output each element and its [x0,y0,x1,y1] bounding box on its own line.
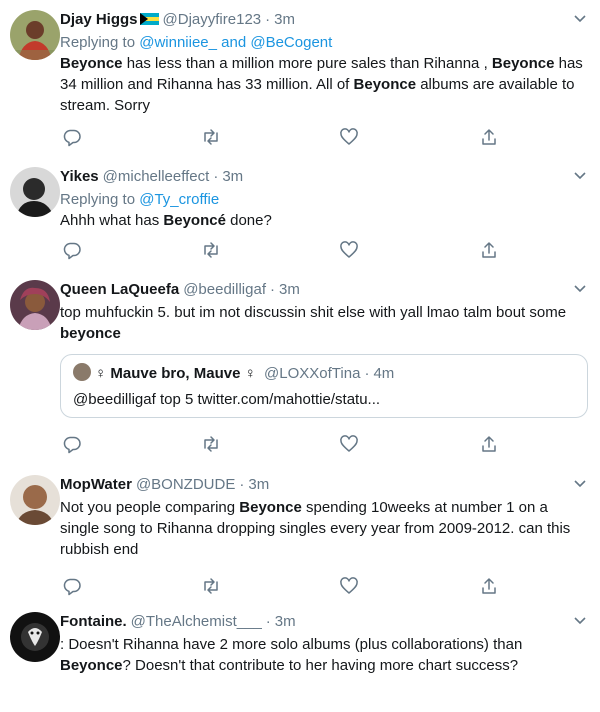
like-icon[interactable] [339,127,361,149]
reply-icon[interactable] [62,127,84,149]
avatar[interactable] [10,10,60,60]
tweet-actions [60,434,496,458]
text-segment: Not you people comparing [60,499,240,516]
tweet[interactable]: Queen LaQueefa @beedilligaf · 3m top muhfuc… [0,270,600,466]
chevron-down-icon[interactable] [572,280,588,296]
separator-dot: · [364,365,370,382]
replying-to: Replying to @winniiee_ and @BeCogent [60,32,588,53]
tweet-text: Ahhh what has Beyoncé done? [60,210,588,231]
username[interactable]: @TheAlchemist___ [131,613,262,630]
tweet[interactable]: Djay Higgs @Djayyfire123 · 3m Replying to @… [0,0,600,158]
share-icon[interactable] [479,576,501,598]
highlighted-keyword: Beyonce [239,499,302,516]
share-icon[interactable] [479,434,501,456]
separator-dot: · [265,11,271,28]
display-name[interactable]: Fontaine. [60,613,127,630]
timestamp[interactable]: 3m [248,476,269,493]
tweet-actions [60,576,496,600]
replying-to-link[interactable]: @Ty_croffie [139,191,219,208]
timestamp[interactable]: 3m [274,11,295,28]
tweet-text: Beyonce has less than a million more pur… [60,53,588,116]
reply-icon[interactable] [62,576,84,598]
highlighted-keyword: Beyonce [491,55,555,72]
separator-dot: · [213,168,219,185]
chevron-down-icon[interactable] [572,612,588,628]
timestamp[interactable]: 3m [275,613,296,630]
reply-icon[interactable] [62,240,84,262]
username[interactable]: @Djayyfire123 [163,11,262,28]
text-segment: top muhfuckin 5. but im not discussin sh… [60,304,567,321]
replying-to-link[interactable]: @winniiee_ and @BeCogent [139,34,332,51]
highlighted-keyword: Beyonce [60,657,123,674]
timestamp[interactable]: 3m [222,168,243,185]
tweet[interactable]: Fontaine. @TheAlchemist___ · 3m : Doesn't R… [0,602,600,712]
quoted-avatar [73,363,91,381]
tweet-text: Not you people comparing Beyonce spendin… [60,497,588,560]
display-name[interactable]: Queen LaQueefa [60,281,179,298]
highlighted-keyword: Beyoncé [163,212,226,229]
reply-icon[interactable] [62,434,84,456]
like-icon[interactable] [339,434,361,456]
quoted-display-name: ♀ Mauve bro, Mauve ♀ [95,365,256,382]
quoted-username: @LOXXofTina [264,365,361,382]
highlighted-keyword: Beyonce [353,76,417,93]
timestamp[interactable]: 3m [279,281,300,298]
tweet[interactable]: Yikes @michelleeffect · 3m Replying to @Ty_… [0,157,600,271]
separator-dot: · [265,613,271,630]
tweet-actions [60,127,496,151]
avatar[interactable] [10,167,60,217]
display-name[interactable]: MopWater [60,476,132,493]
tweet-actions [60,240,496,264]
chevron-down-icon[interactable] [572,10,588,26]
separator-dot: · [269,281,275,298]
text-segment: ? Doesn't that contribute to her having … [122,657,519,674]
highlighted-keyword: Beyonce [60,55,123,72]
tweet-text: top muhfuckin 5. but im not discussin sh… [60,302,588,344]
chevron-down-icon[interactable] [572,475,588,491]
text-segment: : Doesn't Rihanna have 2 more solo album… [60,636,523,653]
replying-to-label: Replying to [60,34,136,51]
username[interactable]: @beedilligaf [183,281,266,298]
quoted-timestamp: 4m [373,365,395,382]
quoted-tweet[interactable]: ♀ Mauve bro, Mauve ♀ @LOXXofTina · 4m @bee… [60,354,588,418]
bahamas-flag-icon [139,9,159,25]
username[interactable]: @michelleeffect [103,168,210,185]
separator-dot: · [239,476,245,493]
text-segment: has less than a million more pure sales … [122,55,492,72]
avatar[interactable] [10,475,60,525]
avatar[interactable] [10,280,60,330]
share-icon[interactable] [479,240,501,262]
avatar[interactable] [10,612,60,662]
text-segment: Ahhh what has [60,212,164,229]
quoted-text: @beedilligaf top 5 twitter.com/mahottie/… [73,391,381,408]
display-name[interactable]: Djay Higgs [60,11,138,28]
like-icon[interactable] [339,240,361,262]
display-name[interactable]: Yikes [60,168,99,185]
replying-to: Replying to @Ty_croffie [60,189,588,210]
highlighted-keyword: beyonce [60,325,121,342]
tweet-text: : Doesn't Rihanna have 2 more solo album… [60,634,588,676]
text-segment: done? [225,212,272,229]
retweet-icon[interactable] [201,576,223,598]
retweet-icon[interactable] [201,240,223,262]
like-icon[interactable] [339,576,361,598]
replying-to-label: Replying to [60,191,136,208]
tweet[interactable]: MopWater @BONZDUDE · 3m Not you people comp… [0,465,600,603]
retweet-icon[interactable] [201,434,223,456]
username[interactable]: @BONZDUDE [136,476,235,493]
chevron-down-icon[interactable] [572,167,588,183]
share-icon[interactable] [479,127,501,149]
retweet-icon[interactable] [201,127,223,149]
